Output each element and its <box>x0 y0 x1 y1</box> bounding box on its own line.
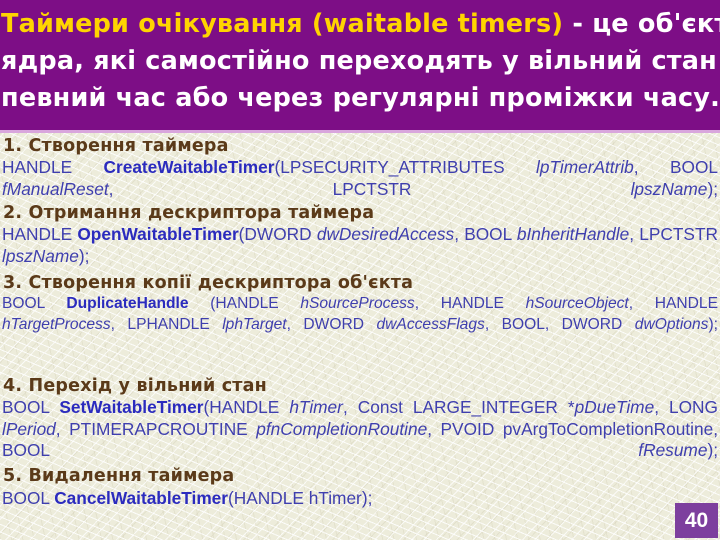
code-function-name: CancelWaitableTimer <box>54 488 229 508</box>
code-param-2: hSourceObject <box>525 295 629 312</box>
code-args-open: (HANDLE <box>203 397 290 417</box>
code-function-name: CreateWaitableTimer <box>103 157 275 177</box>
code-sep-2: , LPCTSTR <box>108 178 631 199</box>
section-heading-3: 3. Створення копії дескриптора об'єкта <box>3 273 414 293</box>
code-sep-1: , HANDLE <box>414 295 526 312</box>
title-line-2: ядра, які самостійно переходять у вільни… <box>1 46 720 76</box>
code-param-1: hSourceProcess <box>300 295 415 312</box>
code-sep-3: , LPHANDLE <box>110 315 223 333</box>
slide-canvas: Таймери очікування (waitable timers) - ц… <box>0 0 720 540</box>
section-heading-4: 4. Перехід у вільний стан <box>3 376 267 396</box>
code-block-5: BOOL CancelWaitableTimer(HANDLE hTimer); <box>2 488 718 531</box>
code-tail: ); <box>707 440 718 460</box>
code-return-type: BOOL <box>2 488 55 508</box>
code-tail: ); <box>707 178 718 199</box>
code-param-1: dwDesiredAccess <box>316 224 455 244</box>
code-param-3: lpszName <box>630 178 708 199</box>
code-param-1: lpTimerAttrib <box>536 157 634 177</box>
code-sep-4: , DWORD <box>286 315 377 333</box>
code-args-open: (HANDLE <box>188 295 301 312</box>
code-args-open: (HANDLE hTimer); <box>228 488 373 508</box>
code-sep-5: , BOOL, DWORD <box>484 315 635 333</box>
code-return-type: HANDLE <box>2 157 73 177</box>
code-param-5: fResume <box>638 440 708 460</box>
code-sep-2: , LONG <box>654 397 718 417</box>
code-function-name: SetWaitableTimer <box>59 397 204 417</box>
code-sep-1: , Const LARGE_INTEGER * <box>342 397 575 417</box>
title-highlight-text: Таймери очікування (waitable timers) <box>1 9 564 39</box>
slide-title-banner: Таймери очікування (waitable timers) - ц… <box>0 0 720 133</box>
code-sep-3: , PTIMERAPCROUTINE <box>55 418 257 439</box>
code-param-2: fManualReset <box>2 178 109 199</box>
code-return-type: HANDLE <box>2 224 73 244</box>
code-sep-1: , BOOL <box>454 224 517 244</box>
code-param-4: lphTarget <box>222 315 287 333</box>
code-args-open: (LPSECURITY_ATTRIBUTES <box>274 157 536 177</box>
code-param-3: lpszName <box>2 245 79 266</box>
title-line-3: певний час або через регулярні проміжки … <box>1 83 720 113</box>
code-param-6: dwOptions <box>634 315 709 333</box>
code-return-type: BOOL <box>2 295 67 312</box>
section-heading-5: 5. Видалення таймера <box>3 466 235 486</box>
code-line: BOOL CancelWaitableTimer(HANDLE hTimer); <box>2 488 718 510</box>
code-tail: ); <box>78 245 90 266</box>
code-param-3: hTargetProcess <box>2 315 111 333</box>
section-heading-2: 2. Отримання дескриптора таймера <box>3 203 375 223</box>
code-return-type: BOOL <box>2 397 50 417</box>
code-param-2: pDueTime <box>574 397 655 417</box>
code-function-name: OpenWaitableTimer <box>77 224 239 244</box>
code-function-name: DuplicateHandle <box>66 295 189 312</box>
slide-body: 1. Створення таймера HANDLE CreateWaitab… <box>0 133 720 540</box>
code-param-4: pfnCompletionRoutine <box>256 418 428 439</box>
code-args-open: (DWORD <box>238 224 317 244</box>
title-line-1: Таймери очікування (waitable timers) - ц… <box>1 9 720 39</box>
code-sep-1: , BOOL <box>633 157 719 177</box>
title-line-1-rest: - це об'єкти <box>572 9 720 39</box>
code-param-2: bInheritHandle <box>516 224 630 244</box>
code-tail: ); <box>708 315 718 333</box>
code-sep-2: , HANDLE <box>628 295 718 312</box>
code-block-3: BOOL DuplicateHandle (HANDLE hSourceProc… <box>2 294 718 356</box>
section-heading-1: 1. Створення таймера <box>3 136 229 156</box>
code-sep-2: , LPCTSTR <box>629 224 718 244</box>
slide-number-badge: 40 <box>675 503 718 538</box>
code-param-1: hTimer <box>289 397 343 417</box>
code-param-3: lPeriod <box>2 418 56 439</box>
code-param-5: dwAccessFlags <box>376 315 485 333</box>
